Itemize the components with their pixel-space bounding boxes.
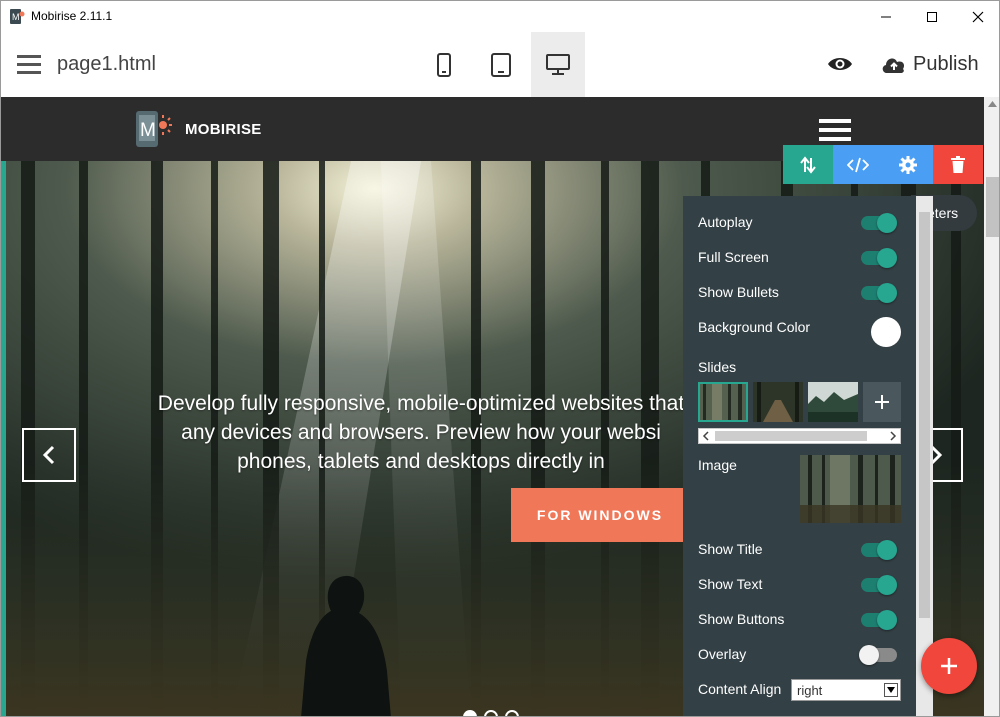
panel-scroll-thumb[interactable] [919,212,930,618]
show-buttons-label: Show Buttons [698,611,785,627]
show-buttons-toggle[interactable] [861,610,897,630]
panel-scrollbar[interactable] [916,196,933,716]
show-text-toggle[interactable] [861,575,897,595]
content-align-label: Content Align [698,681,782,697]
close-icon [972,11,984,22]
move-block-button[interactable] [783,145,833,184]
show-bullets-toggle[interactable] [861,283,897,303]
show-title-toggle[interactable] [861,540,897,560]
tablet-icon [491,52,511,77]
block-toolbar [783,145,983,184]
slider-bullets [463,710,526,716]
overlay-label: Overlay [698,646,747,662]
slide-thumbnail[interactable] [753,382,803,422]
site-menu-icon[interactable] [819,119,851,143]
background-color-picker[interactable] [871,317,901,347]
publish-label: Publish [913,52,979,75]
canvas-scrollbar[interactable] [984,97,999,716]
cloud-upload-icon [882,58,905,73]
move-updown-icon [800,155,816,174]
delete-block-button[interactable] [933,145,983,184]
phone-icon [437,52,451,77]
full-screen-toggle[interactable] [861,248,897,268]
mobile-view-button[interactable] [417,32,471,97]
svg-text:M: M [140,120,156,141]
site-brand[interactable]: MOBIRISE [185,121,262,138]
mobirise-logo: M [136,111,172,147]
slider-bullet[interactable] [484,710,498,716]
slider-prev-button[interactable] [22,428,76,482]
maximize-button[interactable] [909,1,955,32]
slider-bullet[interactable] [463,710,477,716]
publish-button[interactable]: Publish [881,51,979,77]
content-align-select[interactable]: right [791,679,901,701]
plus-icon [875,395,889,409]
desktop-view-button[interactable] [531,32,585,97]
editor-toolbar: page1.html Publish [1,32,999,97]
full-screen-label: Full Screen [698,249,769,265]
page-name[interactable]: page1.html [57,53,156,76]
window-title: Mobirise 2.11.1 [31,9,113,23]
tablet-view-button[interactable] [474,32,528,97]
slide-2-image [753,382,803,422]
code-icon [847,157,869,172]
code-editor-button[interactable] [833,145,883,184]
background-color-label: Background Color [698,319,811,335]
slide-3-image [808,382,858,422]
overlay-toggle[interactable] [859,645,897,665]
minimize-icon [881,16,891,17]
main-menu-icon[interactable] [17,55,41,74]
slide-thumbnail[interactable] [698,382,748,422]
scroll-right-icon[interactable] [889,431,897,441]
image-label: Image [698,457,737,473]
autoplay-label: Autoplay [698,214,753,230]
show-bullets-label: Show Bullets [698,284,779,300]
block-settings-button[interactable] [883,145,933,184]
block-parameters-panel: Autoplay Full Screen Show Bullets Backgr… [683,196,933,716]
slides-label: Slides [698,359,737,375]
close-button[interactable] [955,1,999,32]
canvas-scroll-thumb[interactable] [986,177,999,237]
app-window: M Mobirise 2.11.1 page1.html Publish M M… [0,0,1000,717]
eye-icon[interactable] [827,54,853,74]
add-slide-button[interactable] [863,382,901,422]
chevron-down-icon[interactable] [884,683,898,697]
block-selection-edge [1,161,6,716]
for-windows-button[interactable]: FOR WINDOWS [511,488,689,542]
image-preview[interactable] [800,455,901,523]
plus-icon [941,658,957,674]
desktop-icon [546,53,570,75]
scroll-left-icon[interactable] [702,431,710,441]
show-title-label: Show Title [698,541,763,557]
chevron-left-icon [42,445,55,465]
scroll-up-icon[interactable] [988,101,997,107]
slide-thumbnail[interactable] [808,382,858,422]
show-text-label: Show Text [698,576,763,592]
autoplay-toggle[interactable] [861,213,897,233]
mobirise-app-icon: M [10,9,25,24]
forest-image-thumbnail [800,455,901,523]
content-align-value: right [797,683,823,698]
gear-icon [899,155,917,174]
trash-icon [951,155,965,173]
title-bar: M Mobirise 2.11.1 [1,1,999,32]
slide-1-image [698,382,748,422]
slides-scrollbar[interactable] [698,428,901,444]
svg-text:M: M [12,12,20,22]
minimize-button[interactable] [863,1,909,32]
slides-scroll-thumb[interactable] [715,431,867,441]
add-block-button[interactable] [921,638,977,694]
hero-description[interactable]: Develop fully responsive, mobile-optimiz… [141,389,701,476]
slider-bullet[interactable] [505,710,519,716]
maximize-icon [927,11,937,22]
